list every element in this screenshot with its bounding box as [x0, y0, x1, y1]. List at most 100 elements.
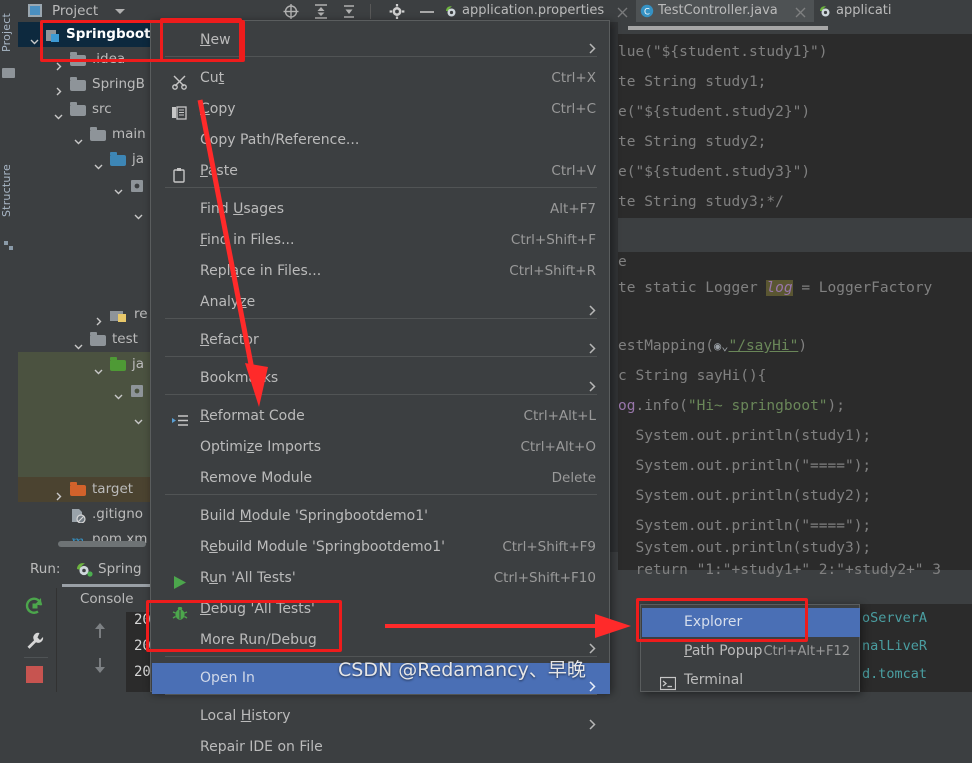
- chevron-down-icon[interactable]: [94, 155, 103, 170]
- copy-icon: [172, 102, 188, 120]
- menu-item-build-module-springbootdemo1[interactable]: Build Module 'Springbootdemo1': [152, 501, 610, 532]
- chevron-down-icon[interactable]: [74, 335, 83, 350]
- chevron-down-icon[interactable]: [115, 9, 125, 14]
- menu-item-replace-in-files[interactable]: Replace in Files... Ctrl+Shift+R: [152, 256, 610, 287]
- sidebar-tab-structure[interactable]: Structure: [0, 150, 18, 232]
- code-line: e("${student.study3}"): [618, 164, 811, 180]
- code-line: System.out.println(study3);: [618, 540, 872, 556]
- springboot-properties-icon: [818, 4, 832, 18]
- chevron-right-icon: [589, 335, 596, 354]
- menu-item-reformat-code[interactable]: Reformat Code Ctrl+Alt+L: [152, 401, 610, 432]
- menu-item-shortcut: Ctrl+Shift+F: [510, 232, 596, 248]
- package-icon: [130, 177, 146, 192]
- menu-item-shortcut: Alt+F7: [550, 201, 596, 217]
- menu-item-label: Copy: [200, 101, 236, 117]
- excluded-folder-icon: [70, 482, 86, 496]
- editor-tab-testcontroller-java[interactable]: C TestController.java: [636, 0, 814, 24]
- page-title: Project: [52, 3, 99, 19]
- folder-icon: [90, 127, 106, 141]
- chevron-down-icon[interactable]: [94, 360, 103, 375]
- test-source-folder-icon: [110, 357, 126, 371]
- menu-item-remove-module[interactable]: Remove Module Delete: [152, 463, 610, 494]
- chevron-down-icon[interactable]: [114, 180, 123, 195]
- menu-item-find-usages[interactable]: Find Usages Alt+F7: [152, 194, 610, 225]
- wrench-icon[interactable]: [24, 630, 46, 652]
- editor-tabbar: application.properties C TestController.…: [440, 0, 972, 24]
- close-icon[interactable]: [617, 4, 628, 18]
- menu-item-label: Bookmarks: [200, 370, 279, 386]
- chevron-down-icon[interactable]: [30, 30, 39, 45]
- tree-item-label: re: [134, 306, 148, 322]
- menu-item-label: Find in Files...: [200, 232, 295, 248]
- sidebar-tab-project[interactable]: Project: [0, 2, 18, 62]
- context-menu[interactable]: New Cut Ctrl+X Copy Ctrl+C Copy Path/Referenc…: [150, 20, 610, 755]
- chevron-right-icon[interactable]: [94, 310, 103, 326]
- gear-icon[interactable]: [388, 3, 406, 20]
- menu-item-label: Copy Path/Reference...: [200, 132, 360, 148]
- code-editor[interactable]: lue("${student.study1}") te String study1…: [604, 22, 972, 592]
- chevron-right-icon: [589, 711, 596, 730]
- arrow-up-icon[interactable]: [90, 620, 110, 642]
- project-icon: [28, 4, 42, 17]
- run-label: Run:: [30, 561, 61, 577]
- menu-item-analyze[interactable]: Analyze: [152, 287, 610, 318]
- menu-item-find-in-files[interactable]: Find in Files... Ctrl+Shift+F: [152, 225, 610, 256]
- tree-item-label: test: [112, 331, 138, 347]
- run-configuration-name[interactable]: Spring: [98, 561, 142, 577]
- code-line: te static Logger log = LoggerFactory: [618, 280, 933, 296]
- editor-tab-application-3[interactable]: applicati: [814, 0, 972, 22]
- menu-separator: [165, 694, 597, 695]
- menu-item-label: Replace in Files...: [200, 263, 322, 279]
- chevron-down-icon[interactable]: [114, 385, 123, 400]
- menu-item-cut[interactable]: Cut Ctrl+X: [152, 63, 610, 94]
- menu-item-run-all-tests[interactable]: Run 'All Tests' Ctrl+Shift+F10: [152, 563, 610, 594]
- menu-item-repair-ide-on-file[interactable]: Repair IDE on File: [152, 732, 610, 763]
- console-line: nalLiveR: [862, 638, 928, 654]
- code-line: og.info("Hi~ springboot");: [618, 398, 846, 414]
- terminal-icon: [659, 673, 677, 691]
- chevron-right-icon[interactable]: [54, 485, 63, 501]
- menu-item-copy[interactable]: Copy Ctrl+C: [152, 94, 610, 125]
- chevron-down-icon[interactable]: [134, 410, 143, 425]
- menu-item-copy-path-reference[interactable]: Copy Path/Reference...: [152, 125, 610, 156]
- editor-breadcrumbs: [618, 22, 972, 34]
- chevron-down-icon[interactable]: [54, 105, 63, 120]
- chevron-down-icon[interactable]: [74, 130, 83, 145]
- menu-separator: [165, 356, 597, 357]
- menu-item-optimize-imports[interactable]: Optimize Imports Ctrl+Alt+O: [152, 432, 610, 463]
- menu-separator: [165, 187, 597, 188]
- tree-item-label: main: [112, 126, 146, 142]
- code-line: c String sayHi(){: [618, 368, 767, 384]
- code-line: te String study2;: [618, 134, 767, 150]
- chevron-right-icon[interactable]: [54, 80, 63, 96]
- collapse-all-icon[interactable]: [340, 3, 358, 20]
- menu-item-refactor[interactable]: Refactor: [152, 325, 610, 356]
- close-icon[interactable]: [795, 4, 806, 18]
- left-strip-top-icon: [2, 66, 16, 79]
- gitignore-icon: [70, 507, 86, 524]
- chevron-down-icon[interactable]: [134, 205, 143, 220]
- code-line: System.out.println(study1);: [618, 428, 872, 444]
- menu-item-rebuild-module-springbootdemo1[interactable]: Rebuild Module 'Springbootdemo1' Ctrl+Shi…: [152, 532, 610, 563]
- menu-item-paste[interactable]: Paste Ctrl+V: [152, 156, 610, 187]
- expand-all-icon[interactable]: [312, 3, 330, 20]
- scissors-icon: [172, 71, 188, 90]
- locate-icon[interactable]: [282, 3, 300, 20]
- submenu-item-terminal[interactable]: Terminal: [642, 666, 860, 695]
- code-line: e("${student.study2}"): [618, 104, 811, 120]
- menu-item-label: Reformat Code: [200, 408, 305, 424]
- stop-icon[interactable]: [26, 666, 43, 683]
- minimize-icon[interactable]: [420, 11, 434, 13]
- folder-icon: [70, 102, 86, 116]
- chevron-right-icon: [589, 673, 596, 692]
- editor-tab-application-properties[interactable]: application.properties: [440, 0, 636, 22]
- rerun-icon[interactable]: [24, 595, 46, 617]
- code-line: te String study3;*/: [618, 194, 784, 210]
- tree-horizontal-scrollbar[interactable]: [58, 541, 146, 547]
- editor-tab-label: application.properties: [462, 3, 605, 18]
- arrow-down-icon[interactable]: [90, 654, 110, 676]
- breadcrumb-bar: [628, 26, 828, 30]
- menu-item-shortcut: Delete: [551, 470, 596, 486]
- menu-item-local-history[interactable]: Local History: [152, 701, 610, 732]
- menu-item-bookmarks[interactable]: Bookmarks: [152, 363, 610, 394]
